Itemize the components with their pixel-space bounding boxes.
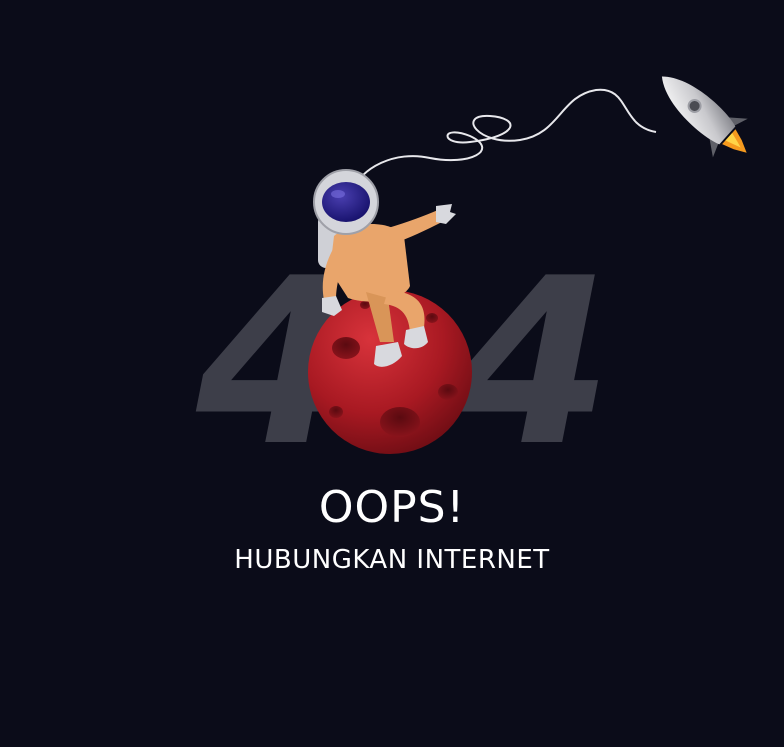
rocket-icon	[661, 76, 748, 158]
error-404-illustration: 4 4	[195, 76, 748, 497]
error-digit-right: 4	[451, 230, 612, 497]
tether-cord	[351, 88, 657, 193]
error-page: 4 4 OOPS! HUBUNGKAN INTERNET	[0, 0, 784, 747]
error-title: OOPS!	[318, 482, 466, 533]
error-subtitle: HUBUNGKAN INTERNET	[234, 545, 550, 575]
